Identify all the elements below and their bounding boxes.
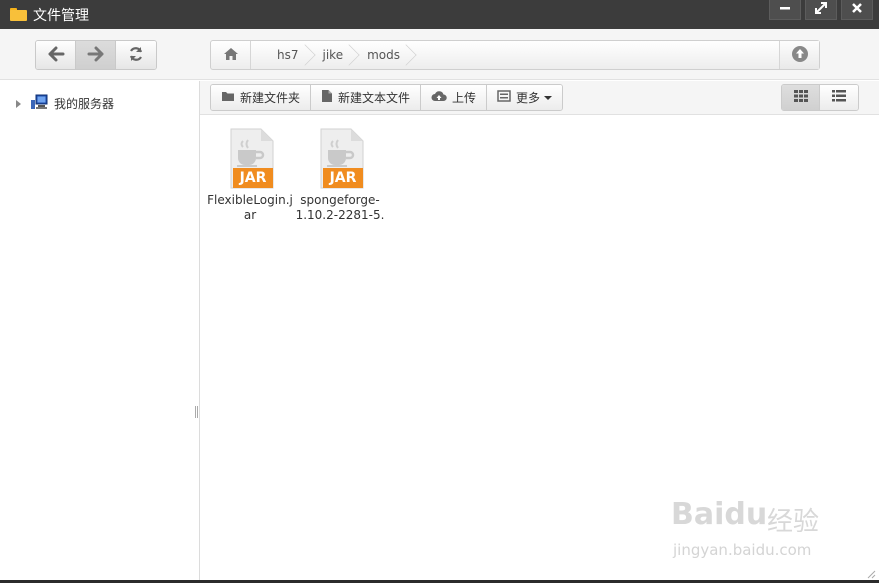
navigation-bar: hs7 jike mods <box>0 29 879 80</box>
jar-badge-label: JAR <box>329 170 357 186</box>
breadcrumb: hs7 jike mods <box>210 40 820 70</box>
folder-icon <box>221 90 235 105</box>
file-name: FlexibleLogin.jar <box>207 193 293 222</box>
sidebar-tree: 我的服务器 <box>0 81 200 583</box>
cloud-upload-icon <box>431 90 447 105</box>
upload-button[interactable]: 上传 <box>421 85 488 110</box>
tree-item-label: 我的服务器 <box>54 97 115 111</box>
list-view-button[interactable] <box>820 85 858 110</box>
refresh-button[interactable] <box>116 41 156 69</box>
minimize-icon <box>779 2 791 18</box>
caret-down-icon <box>544 95 553 100</box>
arrow-left-icon <box>47 46 65 65</box>
close-button[interactable] <box>841 0 873 20</box>
watermark-url: jingyan.baidu.com <box>673 541 812 559</box>
action-buttons: 新建文件夹 新建文本文件 上传 更多 <box>210 84 564 111</box>
expand-arrow-icon[interactable] <box>16 99 21 108</box>
window-titlebar: 文件管理 <box>0 0 879 29</box>
minimize-button[interactable] <box>769 0 801 20</box>
server-icon <box>30 94 48 113</box>
folder-icon <box>10 8 27 21</box>
maximize-button[interactable] <box>805 0 837 20</box>
breadcrumb-item[interactable]: hs7 <box>263 41 309 69</box>
grid-icon <box>793 90 808 105</box>
resize-grip-icon[interactable] <box>866 568 876 579</box>
new-folder-button[interactable]: 新建文件夹 <box>211 85 312 110</box>
splitter-handle[interactable] <box>195 406 198 418</box>
forward-button[interactable] <box>76 41 116 69</box>
watermark-brand: Baidu <box>671 497 768 532</box>
list-icon <box>832 90 846 105</box>
close-icon <box>851 2 863 18</box>
maximize-icon <box>814 1 828 19</box>
file-item[interactable]: JAR spongeforge-1.10.2-2281-5. <box>295 128 385 223</box>
parent-folder-button[interactable] <box>779 41 819 69</box>
jar-badge-label: JAR <box>239 170 267 186</box>
jar-file-icon: JAR <box>223 128 277 190</box>
jar-file-icon: JAR <box>313 128 367 190</box>
window-title: 文件管理 <box>33 7 89 24</box>
menu-list-icon <box>497 90 511 105</box>
home-button[interactable] <box>211 41 251 69</box>
watermark-suffix: 经验 <box>767 507 820 537</box>
window-controls <box>769 0 873 20</box>
new-text-file-button[interactable]: 新建文本文件 <box>311 85 422 110</box>
tree-item-my-server[interactable]: 我的服务器 <box>16 94 114 113</box>
breadcrumb-item[interactable]: jike <box>309 41 354 69</box>
back-button[interactable] <box>36 41 76 69</box>
new-text-file-label: 新建文本文件 <box>338 91 411 105</box>
history-buttons <box>35 40 157 70</box>
breadcrumb-item[interactable]: mods <box>353 41 410 69</box>
home-icon <box>223 47 239 64</box>
refresh-icon <box>128 46 144 65</box>
baidu-watermark: Baidu 经验 jingyan.baidu.com <box>671 485 831 565</box>
file-item[interactable]: JAR FlexibleLogin.jar <box>205 128 295 223</box>
arrow-up-circle-icon <box>791 45 809 66</box>
file-toolbar: 新建文件夹 新建文本文件 上传 更多 <box>200 81 879 115</box>
file-name: spongeforge-1.10.2-2281-5. <box>295 193 385 222</box>
arrow-right-icon <box>87 46 105 65</box>
more-dropdown-button[interactable]: 更多 <box>487 85 563 110</box>
grid-view-button[interactable] <box>782 85 820 110</box>
upload-label: 上传 <box>452 91 477 105</box>
more-label: 更多 <box>516 91 541 105</box>
file-icon <box>321 89 333 106</box>
view-mode-toggle <box>781 84 859 111</box>
file-list-area: JAR FlexibleLogin.jar JAR spongeforge-1.… <box>201 116 879 583</box>
new-folder-label: 新建文件夹 <box>240 91 301 105</box>
